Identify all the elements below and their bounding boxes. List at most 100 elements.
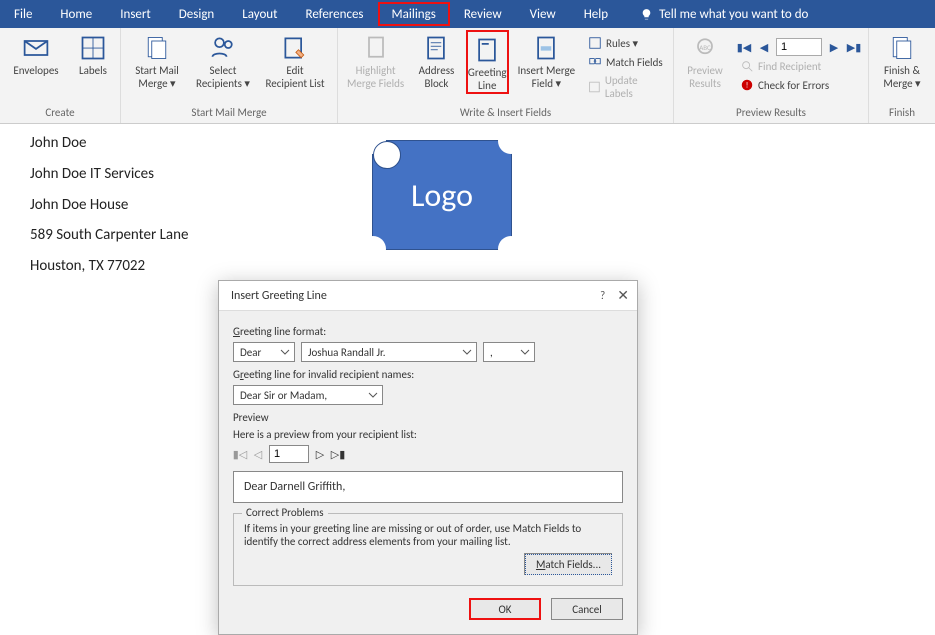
preview-first-button[interactable]: ▮◁ <box>233 447 247 461</box>
edit-recipient-list-button[interactable]: Edit Recipient List <box>259 30 331 90</box>
tab-home[interactable]: Home <box>46 0 106 28</box>
group-preview-label: Preview Results <box>680 104 862 123</box>
nav-last-button[interactable]: ▶▮ <box>846 39 862 55</box>
greeting-line-icon <box>473 36 501 64</box>
preview-text: Dear Darnell Griffith, <box>233 471 623 503</box>
recipients-icon <box>209 34 237 62</box>
tab-design[interactable]: Design <box>165 0 228 28</box>
insert-merge-icon <box>532 34 560 62</box>
punctuation-select[interactable]: , <box>483 342 535 362</box>
group-start-mail-merge: Start Mail Merge ▾ Select Recipients ▾ E… <box>121 28 338 123</box>
svg-text:!: ! <box>746 82 749 91</box>
preview-index-input[interactable] <box>269 445 309 463</box>
nav-prev-button[interactable]: ◀ <box>756 39 772 55</box>
tab-mailings[interactable]: Mailings <box>378 2 450 26</box>
tell-me[interactable]: Tell me what you want to do <box>626 0 822 28</box>
svg-text:ABC: ABC <box>699 43 711 52</box>
edit-list-icon <box>281 34 309 62</box>
logo-text: Logo <box>373 141 511 249</box>
mailmerge-icon <box>143 34 171 62</box>
highlight-merge-fields-button[interactable]: Highlight Merge Fields <box>344 30 407 90</box>
check-errors-button[interactable]: !Check for Errors <box>736 76 862 94</box>
group-finish: Finish & Merge ▾ Finish <box>869 28 935 123</box>
group-create-label: Create <box>6 104 114 123</box>
preview-hint: Here is a preview from your recipient li… <box>233 428 623 441</box>
logo-shape: Logo <box>372 140 512 250</box>
tab-help[interactable]: Help <box>570 0 622 28</box>
correct-problems-text: If items in your greeting line are missi… <box>244 522 612 548</box>
find-recipient-button[interactable]: Find Recipient <box>736 57 862 75</box>
doc-line: 589 South Carpenter Lane <box>30 220 188 251</box>
salutation-select[interactable]: Dear <box>233 342 295 362</box>
start-mail-merge-button[interactable]: Start Mail Merge ▾ <box>127 30 187 90</box>
cancel-button[interactable]: Cancel <box>551 598 623 620</box>
doc-line: John Doe House <box>30 190 188 221</box>
dialog-title: Insert Greeting Line <box>231 289 327 303</box>
ok-button[interactable]: OK <box>469 598 541 620</box>
tab-layout[interactable]: Layout <box>228 0 291 28</box>
preview-last-button[interactable]: ▷▮ <box>331 447 345 461</box>
preview-nav: ▮◁ ◁ ▷ ▷▮ <box>233 445 623 463</box>
check-errors-icon: ! <box>740 78 754 92</box>
match-fields-dialog-button[interactable]: Match Fields... <box>525 554 612 575</box>
preview-icon: ABC <box>691 34 719 62</box>
group-create: Envelopes Labels Create <box>0 28 121 123</box>
chevron-down-icon <box>462 347 472 357</box>
search-icon <box>740 59 754 73</box>
insert-greeting-line-dialog: Insert Greeting Line ? ✕ GGreeting line … <box>218 280 638 635</box>
tab-insert[interactable]: Insert <box>106 0 165 28</box>
group-write-label: Write & Insert Fields <box>344 104 667 123</box>
address-block-button[interactable]: Address Block <box>413 30 459 90</box>
correct-problems-fieldset: Correct Problems If items in your greeti… <box>233 513 623 586</box>
tab-references[interactable]: References <box>292 0 378 28</box>
help-icon[interactable]: ? <box>600 289 605 302</box>
preview-results-button[interactable]: ABC Preview Results <box>680 30 730 90</box>
tell-me-label: Tell me what you want to do <box>659 7 808 22</box>
update-labels-button[interactable]: Update Labels <box>584 72 667 102</box>
close-icon[interactable]: ✕ <box>617 287 629 304</box>
ribbon: Envelopes Labels Create Start Mail Merge… <box>0 28 935 124</box>
tabstrip: File Home Insert Design Layout Reference… <box>0 0 935 28</box>
name-format-select[interactable]: Joshua Randall Jr. <box>301 342 477 362</box>
labels-button[interactable]: Labels <box>72 30 114 78</box>
update-labels-icon <box>588 80 601 94</box>
chevron-down-icon <box>280 347 290 357</box>
select-recipients-button[interactable]: Select Recipients ▾ <box>193 30 253 90</box>
group-start-label: Start Mail Merge <box>127 104 331 123</box>
envelope-icon <box>22 34 50 62</box>
insert-merge-field-button[interactable]: Insert Merge Field ▾ <box>515 30 578 90</box>
envelopes-button[interactable]: Envelopes <box>6 30 66 78</box>
labels-icon <box>79 34 107 62</box>
group-write-insert: Highlight Merge Fields Address Block Gre… <box>338 28 674 123</box>
invalid-select[interactable]: Dear Sir or Madam, <box>233 385 383 405</box>
finish-merge-button[interactable]: Finish & Merge ▾ <box>875 30 929 90</box>
lightbulb-icon <box>640 8 653 21</box>
doc-line: Houston, TX 77022 <box>30 251 188 282</box>
match-fields-icon <box>588 55 602 69</box>
doc-line: John Doe IT Services <box>30 159 188 190</box>
invalid-label: Greeting line for invalid recipient name… <box>233 368 623 381</box>
tab-file[interactable]: File <box>0 0 46 28</box>
greeting-line-button[interactable]: Greeting Line <box>466 30 509 94</box>
nav-first-button[interactable]: ▮◀ <box>736 39 752 55</box>
document-body: John Doe John Doe IT Services John Doe H… <box>30 128 188 282</box>
nav-page-input[interactable] <box>776 38 822 56</box>
format-label: GGreeting line format:reeting line forma… <box>233 325 623 338</box>
doc-line: John Doe <box>30 128 188 159</box>
correct-problems-title: Correct Problems <box>242 506 328 519</box>
tab-view[interactable]: View <box>516 0 570 28</box>
dialog-titlebar: Insert Greeting Line ? ✕ <box>219 281 637 311</box>
highlight-icon <box>362 34 390 62</box>
group-preview-results: ABC Preview Results ▮◀ ◀ ▶ ▶▮ Find Recip… <box>674 28 869 123</box>
match-fields-button[interactable]: Match Fields <box>584 53 667 71</box>
nav-next-button[interactable]: ▶ <box>826 39 842 55</box>
preview-next-button[interactable]: ▷ <box>313 447 327 461</box>
rules-icon <box>588 36 602 50</box>
address-block-icon <box>422 34 450 62</box>
group-finish-label: Finish <box>875 104 929 123</box>
chevron-down-icon <box>368 390 378 400</box>
rules-button[interactable]: Rules ▾ <box>584 34 667 52</box>
preview-prev-button[interactable]: ◁ <box>251 447 265 461</box>
preview-label: Preview <box>233 411 623 424</box>
tab-review[interactable]: Review <box>450 0 516 28</box>
